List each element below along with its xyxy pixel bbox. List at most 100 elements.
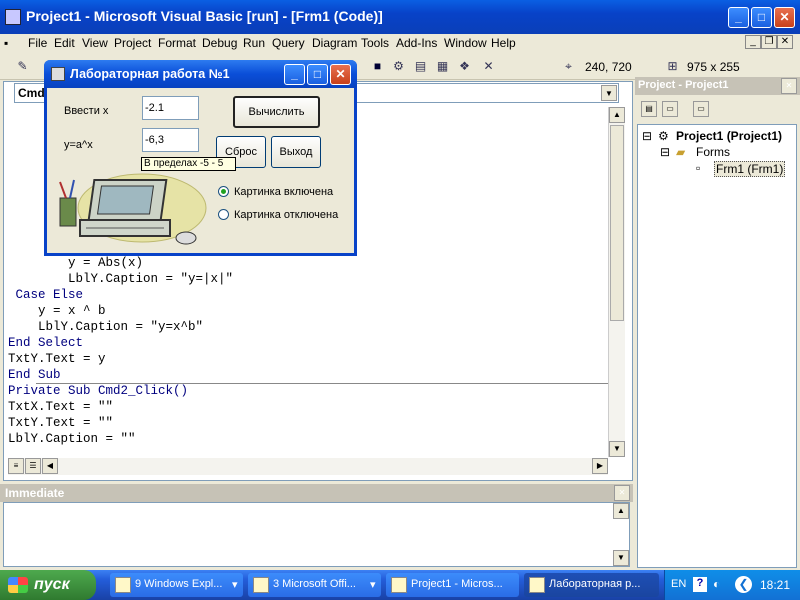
label-y: y=a^x — [64, 139, 93, 151]
word-icon — [253, 577, 269, 593]
language-indicator[interactable]: EN — [671, 578, 686, 590]
minimize-button[interactable]: _ — [728, 7, 749, 28]
label-x: Ввести x — [64, 105, 109, 117]
folder-icon — [115, 577, 131, 593]
scroll-down-icon[interactable]: ▼ — [609, 441, 625, 457]
size-icon: ⊞ — [667, 59, 678, 73]
task-office[interactable]: 3 Microsoft Offi... ▾ — [248, 573, 381, 597]
tree-collapse-icon[interactable]: ⊟ — [660, 145, 670, 159]
menu-tools[interactable]: Tools — [361, 36, 389, 50]
project-explorer-icon[interactable]: ⚙ — [390, 58, 407, 74]
code-line: TxtY.Text = "" — [8, 416, 114, 430]
maximize-button[interactable]: □ — [751, 7, 772, 28]
menu-format[interactable]: Format — [158, 36, 196, 50]
project-panel-title: Project - Project1 — [638, 79, 729, 91]
tree-item-project[interactable]: Project1 (Project1) — [676, 129, 782, 143]
mdi-minimize-button[interactable]: _ — [745, 35, 761, 49]
toggle-folders-icon[interactable]: ▭ — [693, 101, 709, 117]
menu-diagram[interactable]: Diagram — [312, 36, 357, 50]
radio-picture-off[interactable] — [218, 209, 229, 220]
procedure-separator — [36, 383, 608, 384]
scroll-left-icon[interactable]: ◀ — [42, 458, 58, 474]
scroll-up-icon[interactable]: ▲ — [609, 107, 625, 123]
position-readout: 240, 720 — [585, 60, 632, 74]
code-line: End Select — [8, 336, 84, 350]
code-line: LblY.Caption = "y=|x|" — [8, 272, 234, 286]
properties-icon[interactable]: ▤ — [412, 58, 429, 74]
tree-item-frm1[interactable]: Frm1 (Frm1) — [714, 161, 786, 177]
radio-picture-on-label[interactable]: Картинка включена — [234, 186, 333, 198]
task-label: Лабораторная р... — [549, 578, 641, 590]
tray-chevron-icon[interactable]: ❮ — [735, 576, 752, 593]
stop-icon[interactable]: ■ — [369, 58, 386, 74]
tooltip: В пределах -5 - 5 — [141, 157, 236, 171]
close-button[interactable]: ✕ — [774, 7, 795, 28]
scroll-up-icon[interactable]: ▲ — [613, 503, 629, 519]
code-line: End Sub — [8, 368, 61, 382]
exit-button[interactable]: Выход — [271, 136, 321, 168]
task-vb[interactable]: Project1 - Micros... — [386, 573, 519, 597]
menu-addins[interactable]: Add-Ins — [396, 36, 437, 50]
code-line: Private Sub Cmd2_Click() — [8, 384, 189, 398]
view-code-icon[interactable]: ▤ — [641, 101, 657, 117]
start-button[interactable]: пуск — [0, 570, 96, 600]
mdi-restore-button[interactable]: ❐ — [761, 35, 777, 49]
tree-item-forms[interactable]: Forms — [696, 145, 730, 159]
project-toolbar: ▤ ▭ ▭ — [635, 96, 800, 122]
code-line: Case Else — [8, 288, 84, 302]
radio-picture-on[interactable] — [218, 186, 229, 197]
chevron-down-icon: ▾ — [232, 579, 238, 591]
input-x[interactable] — [142, 96, 199, 120]
code-vertical-scrollbar[interactable]: ▲ ▼ — [608, 107, 625, 457]
code-line: TxtX.Text = "" — [8, 400, 114, 414]
radio-picture-off-label[interactable]: Картинка отключена — [234, 209, 338, 221]
menu-help[interactable]: Help — [491, 36, 516, 50]
dialog-title: Лабораторная работа №1 — [70, 67, 230, 81]
dialog-maximize-button[interactable]: □ — [307, 64, 328, 85]
folder-icon: ▰ — [676, 145, 686, 159]
menu-run[interactable]: Run — [243, 36, 265, 50]
task-explorer[interactable]: 9 Windows Expl... ▾ — [110, 573, 243, 597]
view-object-icon[interactable]: ▭ — [662, 101, 678, 117]
dialog-minimize-button[interactable]: _ — [284, 64, 305, 85]
immediate-window[interactable]: ▲ ▼ — [3, 502, 630, 567]
immediate-title: Immediate — [5, 486, 65, 500]
immediate-close-icon[interactable]: ✕ — [614, 485, 630, 501]
immediate-header: Immediate ✕ — [0, 484, 633, 502]
toolbox-icon[interactable]: ✕ — [480, 58, 497, 74]
task-label: Project1 - Micros... — [411, 578, 503, 590]
speaker-icon[interactable]: ◐ — [713, 577, 720, 591]
object-browser-icon[interactable]: ❖ — [456, 58, 473, 74]
code-horizontal-scrollbar[interactable]: ≡ ☰ ◀ ▶ — [8, 458, 608, 475]
menu-file[interactable]: File — [28, 36, 47, 50]
task-label: 3 Microsoft Offi... — [273, 578, 356, 590]
input-y[interactable] — [142, 128, 199, 152]
menu-view[interactable]: View — [82, 36, 108, 50]
menu-project[interactable]: Project — [114, 36, 151, 50]
scroll-right-icon[interactable]: ▶ — [592, 458, 608, 474]
scroll-down-icon[interactable]: ▼ — [613, 550, 629, 566]
add-project-icon[interactable]: ✎ — [14, 58, 31, 74]
mdi-close-button[interactable]: ✕ — [777, 35, 793, 49]
project-close-icon[interactable]: ✕ — [781, 78, 797, 94]
form-icon — [51, 67, 65, 81]
menu-window[interactable]: Window — [444, 36, 487, 50]
chevron-down-icon[interactable]: ▼ — [601, 85, 617, 101]
clock[interactable]: 18:21 — [760, 578, 790, 592]
task-lab[interactable]: Лабораторная р... — [524, 573, 659, 597]
tree-collapse-icon[interactable]: ⊟ — [642, 129, 652, 143]
start-label: пуск — [34, 576, 70, 593]
menu-debug[interactable]: Debug — [202, 36, 237, 50]
form-icon — [529, 577, 545, 593]
menu-edit[interactable]: Edit — [54, 36, 75, 50]
calculate-button[interactable]: Вычислить — [233, 96, 320, 128]
help-icon[interactable]: ? — [693, 577, 707, 592]
dialog-close-button[interactable]: ✕ — [330, 64, 351, 85]
app-icon — [5, 9, 21, 25]
full-module-view-icon[interactable]: ☰ — [25, 458, 41, 474]
position-icon: ⌖ — [565, 59, 572, 73]
menu-query[interactable]: Query — [272, 36, 305, 50]
form-layout-icon[interactable]: ▦ — [434, 58, 451, 74]
procedure-view-icon[interactable]: ≡ — [8, 458, 24, 474]
scroll-thumb[interactable] — [610, 125, 624, 321]
